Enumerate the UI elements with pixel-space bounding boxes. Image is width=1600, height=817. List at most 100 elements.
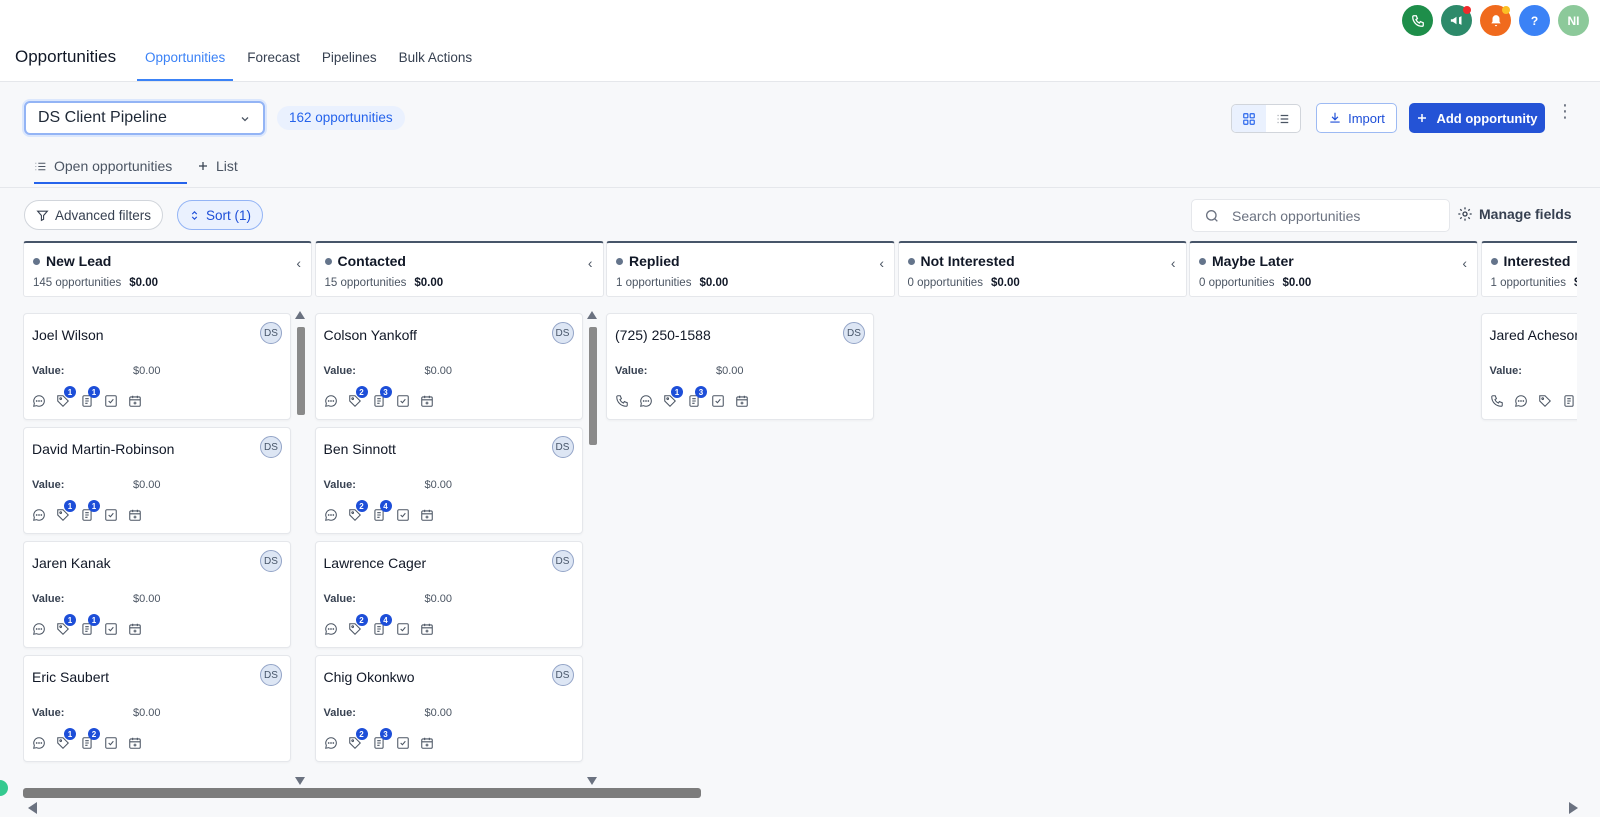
notes-icon[interactable]: 4 [372, 614, 392, 636]
notes-icon[interactable] [1562, 394, 1576, 408]
horizontal-scrollbar[interactable] [23, 788, 1577, 800]
opportunity-name[interactable]: Lawrence Cager [324, 555, 427, 571]
chat-icon[interactable] [324, 736, 338, 750]
vertical-scrollbar[interactable] [586, 311, 597, 785]
opportunity-name[interactable]: Jared Acheson [1490, 327, 1578, 343]
tag-icon[interactable]: 1 [56, 728, 76, 750]
tag-icon[interactable] [1538, 394, 1552, 408]
sort-button[interactable]: Sort (1) [177, 200, 264, 230]
scroll-right-icon[interactable] [1568, 802, 1578, 814]
user-avatar[interactable]: NI [1558, 5, 1589, 36]
opportunity-name[interactable]: David Martin-Robinson [32, 441, 174, 457]
owner-avatar[interactable]: DS [260, 322, 282, 344]
tab-pipelines[interactable]: Pipelines [314, 36, 385, 81]
chat-icon[interactable] [324, 394, 338, 408]
calendar-icon[interactable] [420, 508, 434, 522]
owner-avatar[interactable]: DS [551, 664, 574, 686]
scrollbar-thumb[interactable] [588, 327, 597, 445]
owner-avatar[interactable]: DS [260, 664, 282, 686]
calendar-icon[interactable] [128, 622, 142, 636]
notes-icon[interactable]: 1 [80, 500, 100, 522]
opportunity-card[interactable]: Colson Yankoff DS Value: $0.00 23 [314, 313, 583, 420]
add-opportunity-button[interactable]: Add opportunity [1409, 103, 1545, 133]
calendar-icon[interactable] [420, 394, 434, 408]
opportunity-name[interactable]: Joel Wilson [32, 327, 104, 343]
tag-icon[interactable]: 1 [56, 614, 76, 636]
chat-icon[interactable] [1514, 394, 1528, 408]
collapse-stage-icon[interactable]: ‹ [296, 255, 301, 271]
tag-icon[interactable]: 1 [56, 500, 76, 522]
calendar-icon[interactable] [128, 508, 142, 522]
calendar-icon[interactable] [735, 394, 749, 408]
opportunity-name[interactable]: Colson Yankoff [324, 327, 417, 343]
opportunity-card[interactable]: Jared Acheson DS Value: $0.00 [1480, 313, 1578, 420]
phone-icon[interactable] [1402, 5, 1433, 36]
search-input[interactable]: Search opportunities [1191, 199, 1450, 232]
scroll-down-icon[interactable] [586, 777, 597, 785]
call-icon[interactable] [615, 394, 629, 408]
notes-icon[interactable]: 2 [80, 728, 100, 750]
chat-icon[interactable] [324, 622, 338, 636]
calendar-icon[interactable] [420, 622, 434, 636]
tag-icon[interactable]: 2 [348, 386, 368, 408]
collapse-stage-icon[interactable]: ‹ [1462, 255, 1467, 271]
notes-icon[interactable]: 3 [372, 728, 392, 750]
bell-icon[interactable] [1480, 5, 1511, 36]
task-icon[interactable] [396, 736, 410, 750]
owner-avatar[interactable]: DS [551, 436, 574, 458]
opportunity-name[interactable]: Ben Sinnott [324, 441, 396, 457]
calendar-icon[interactable] [420, 736, 434, 750]
opportunity-name[interactable]: Eric Saubert [32, 669, 109, 685]
task-icon[interactable] [396, 508, 410, 522]
tag-icon[interactable]: 2 [348, 500, 368, 522]
owner-avatar[interactable]: DS [260, 436, 282, 458]
vertical-scrollbar[interactable] [295, 311, 305, 785]
board-view-button[interactable] [1232, 105, 1266, 132]
megaphone-icon[interactable] [1441, 5, 1472, 36]
chat-icon[interactable] [32, 508, 46, 522]
opportunity-card[interactable]: Lawrence Cager DS Value: $0.00 24 [314, 541, 583, 648]
scrollbar-thumb[interactable] [23, 788, 701, 798]
list-view-button[interactable] [1266, 105, 1300, 132]
scroll-up-icon[interactable] [295, 311, 305, 319]
more-options-icon[interactable]: ⋮ [1556, 102, 1574, 120]
task-icon[interactable] [396, 394, 410, 408]
opportunity-name[interactable]: (725) 250-1588 [615, 327, 711, 343]
tag-icon[interactable]: 1 [663, 386, 683, 408]
collapse-stage-icon[interactable]: ‹ [879, 255, 884, 271]
chat-icon[interactable] [32, 394, 46, 408]
tab-opportunities[interactable]: Opportunities [137, 36, 234, 81]
calendar-icon[interactable] [128, 394, 142, 408]
collapse-stage-icon[interactable]: ‹ [1171, 255, 1176, 271]
manage-fields-button[interactable]: Manage fields [1457, 206, 1572, 222]
opportunity-name[interactable]: Chig Okonkwo [324, 669, 415, 685]
scroll-left-icon[interactable] [28, 802, 38, 814]
opportunity-card[interactable]: Ben Sinnott DS Value: $0.00 24 [314, 427, 583, 534]
opportunity-card[interactable]: Jaren Kanak DS Value: $0.00 11 [23, 541, 291, 648]
collapse-stage-icon[interactable]: ‹ [588, 255, 593, 271]
notes-icon[interactable]: 4 [372, 500, 392, 522]
opportunity-name[interactable]: Jaren Kanak [32, 555, 111, 571]
task-icon[interactable] [104, 508, 118, 522]
chat-icon[interactable] [324, 508, 338, 522]
calendar-icon[interactable] [128, 736, 142, 750]
owner-avatar[interactable]: DS [551, 322, 574, 344]
scroll-up-icon[interactable] [586, 311, 597, 319]
notes-icon[interactable]: 3 [687, 386, 707, 408]
scrollbar-thumb[interactable] [297, 327, 305, 415]
opportunity-card[interactable]: (725) 250-1588 DS Value: $0.00 13 [606, 313, 874, 420]
chat-icon[interactable] [32, 622, 46, 636]
task-icon[interactable] [396, 622, 410, 636]
task-icon[interactable] [104, 622, 118, 636]
task-icon[interactable] [104, 736, 118, 750]
call-icon[interactable] [1490, 394, 1504, 408]
import-button[interactable]: Import [1316, 103, 1397, 133]
tab-open-opportunities[interactable]: Open opportunities [34, 158, 187, 184]
opportunity-card[interactable]: Eric Saubert DS Value: $0.00 12 [23, 655, 291, 762]
opportunity-card[interactable]: Joel Wilson DS Value: $0.00 11 [23, 313, 291, 420]
chat-icon[interactable] [32, 736, 46, 750]
tag-icon[interactable]: 2 [348, 728, 368, 750]
notes-icon[interactable]: 3 [372, 386, 392, 408]
tag-icon[interactable]: 1 [56, 386, 76, 408]
tag-icon[interactable]: 2 [348, 614, 368, 636]
